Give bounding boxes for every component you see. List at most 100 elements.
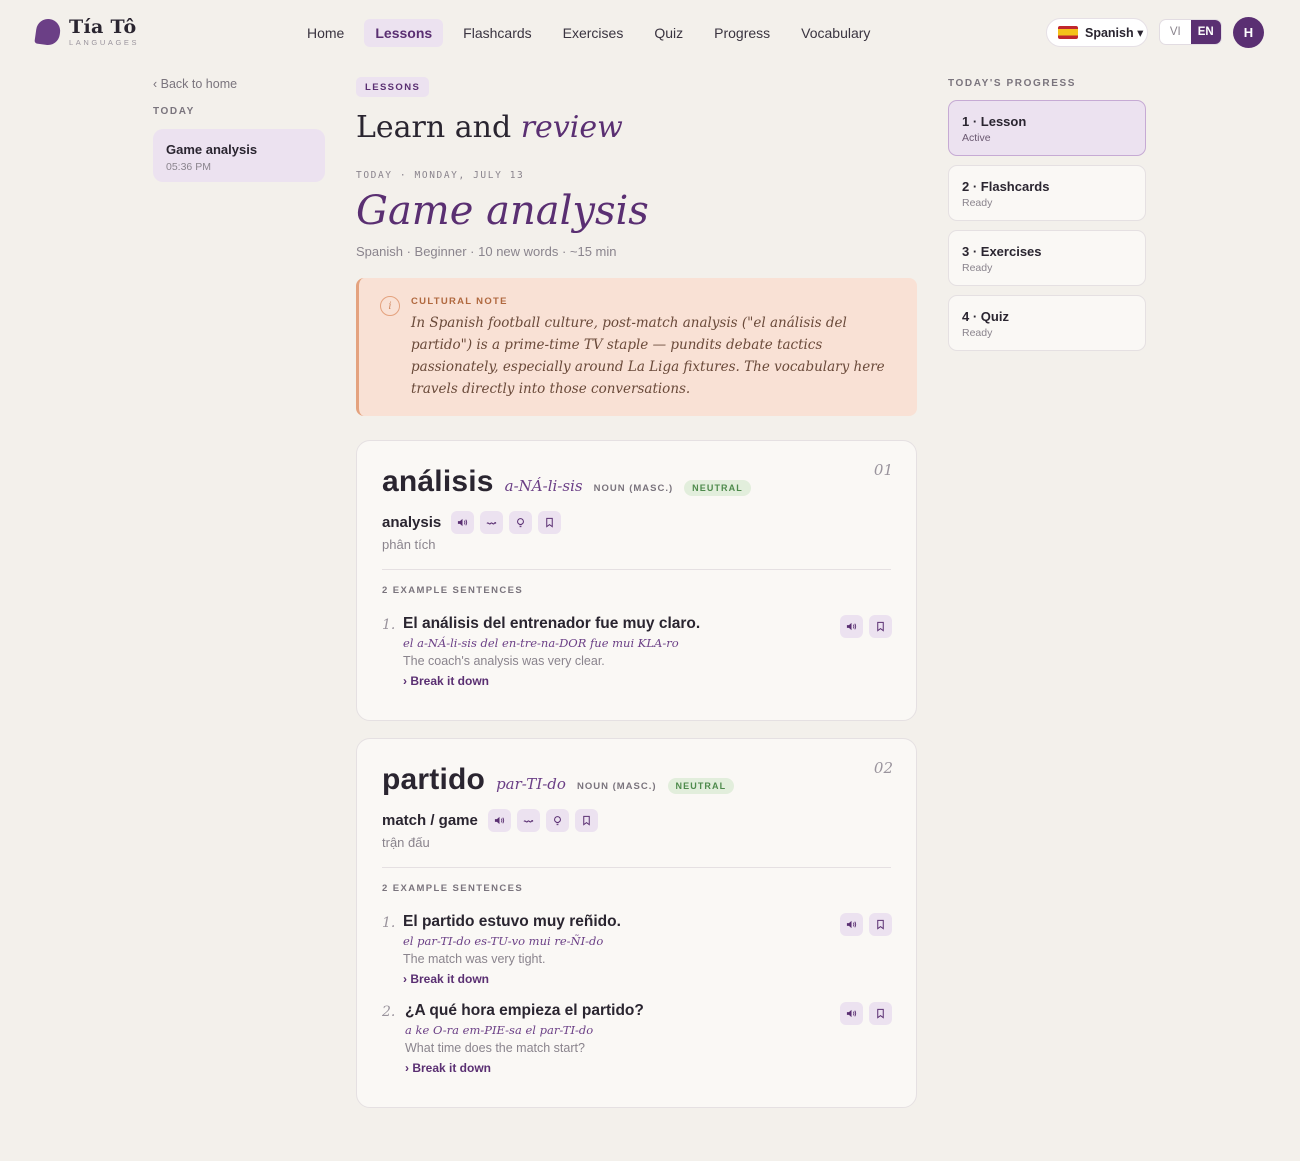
step-title: 1 · Lesson — [962, 114, 1027, 129]
nav-home[interactable]: Home — [296, 19, 355, 47]
nav-vocabulary[interactable]: Vocabulary — [790, 19, 881, 47]
word-pronunciation: par-TI-do — [496, 775, 566, 793]
word-translation-en: match / game — [382, 812, 478, 829]
word-pronunciation: a-NÁ-li-sis — [504, 477, 583, 495]
bookmark-icon[interactable] — [869, 913, 892, 936]
example-translation: The coach's analysis was very clear. — [403, 654, 605, 668]
brand-subtitle: LANGUAGES — [69, 38, 140, 47]
example-pronunciation: el a-NÁ-li-sis del en-tre-na-DOR fue mui… — [403, 636, 679, 650]
example-sentence: 2. ¿A qué hora empieza el partido? a ke … — [382, 1002, 892, 1082]
bookmark-icon[interactable] — [869, 1002, 892, 1025]
word-term: análisis — [382, 465, 494, 498]
progress-step-flashcards[interactable]: 2 · Flashcards Ready — [948, 165, 1146, 221]
language-select[interactable]: Spanish ▾ — [1046, 18, 1148, 47]
example-number: 1. — [382, 617, 396, 633]
register-badge: NEUTRAL — [684, 480, 751, 496]
divider — [382, 867, 891, 868]
page-title-emphasis: review — [520, 110, 623, 145]
word-index: 02 — [873, 759, 893, 777]
word-term: partido — [382, 763, 486, 796]
page-title: Learn and review — [356, 110, 623, 145]
nav-flashcards[interactable]: Flashcards — [452, 19, 542, 47]
example-sentence: 1. El análisis del entrenador fue muy cl… — [382, 615, 892, 695]
word-translation-en: analysis — [382, 514, 442, 531]
word-index: 01 — [873, 461, 893, 479]
sidebar-heading: TODAY — [153, 106, 195, 117]
example-number: 2. — [382, 1004, 396, 1020]
register-badge: NEUTRAL — [667, 778, 735, 794]
break-it-down-link[interactable]: › Break it down — [403, 972, 621, 986]
example-pronunciation: a ke O-ra em-PIE-sa el par-TI-do — [405, 1023, 594, 1037]
leaf-logo-icon — [34, 17, 62, 47]
bookmark-icon[interactable] — [538, 511, 562, 534]
speaker-icon[interactable] — [840, 1002, 863, 1025]
section-badge: LESSONS — [356, 77, 430, 97]
word-part-of-speech: NOUN (MASC.) — [593, 483, 674, 494]
lesson-title: Game analysis — [356, 188, 649, 234]
ui-lang-en[interactable]: EN — [1190, 20, 1221, 44]
avatar[interactable]: H — [1233, 17, 1264, 48]
example-translation: The match was very tight. — [403, 952, 546, 966]
cultural-note: i CULTURAL NOTE In Spanish football cult… — [356, 278, 917, 416]
example-spanish: ¿A qué hora empieza el partido? — [405, 1002, 644, 1019]
back-to-home-link[interactable]: ‹ Back to home — [153, 77, 237, 91]
word-translation-vi: trận đấu — [382, 835, 430, 850]
main-nav: Home Lessons Flashcards Exercises Quiz P… — [296, 19, 890, 47]
brand-logo[interactable]: Tía Tô LANGUAGES — [34, 16, 140, 47]
progress-heading: TODAY'S PROGRESS — [948, 78, 1077, 89]
page-title-plain: Learn and — [356, 110, 512, 145]
word-translation-vi: phân tích — [382, 537, 436, 552]
step-status: Active — [962, 132, 991, 144]
slow-audio-icon[interactable] — [516, 809, 540, 832]
step-title: 2 · Flashcards — [962, 179, 1050, 194]
example-pronunciation: el par-TI-do es-TU-vo mui re-ÑI-do — [403, 934, 604, 948]
example-spanish: El partido estuvo muy reñido. — [403, 913, 621, 930]
break-it-down-link[interactable]: › Break it down — [405, 1061, 644, 1075]
ui-lang-vi[interactable]: VI — [1160, 20, 1191, 44]
speaker-icon[interactable] — [487, 809, 511, 832]
examples-label: 2 EXAMPLE SENTENCES — [382, 585, 524, 596]
break-it-down-link[interactable]: › Break it down — [403, 674, 700, 688]
top-bar: Tía Tô LANGUAGES Home Lessons Flashcards… — [0, 0, 1300, 66]
step-status: Ready — [962, 327, 993, 339]
example-translation: What time does the match start? — [405, 1041, 585, 1055]
session-time: 05:36 PM — [166, 161, 211, 173]
example-spanish: El análisis del entrenador fue muy claro… — [403, 615, 701, 632]
spain-flag-icon — [1058, 26, 1078, 39]
example-sentence: 1. El partido estuvo muy reñido. el par-… — [382, 913, 892, 993]
speaker-icon[interactable] — [451, 511, 475, 534]
progress-step-quiz[interactable]: 4 · Quiz Ready — [948, 295, 1146, 351]
language-select-value: Spanish ▾ — [1085, 26, 1144, 40]
speaker-icon[interactable] — [840, 913, 863, 936]
nav-exercises[interactable]: Exercises — [552, 19, 635, 47]
session-item[interactable]: Game analysis 05:36 PM — [153, 129, 325, 182]
progress-step-exercises[interactable]: 3 · Exercises Ready — [948, 230, 1146, 286]
nav-quiz[interactable]: Quiz — [643, 19, 694, 47]
bookmark-icon[interactable] — [574, 809, 598, 832]
lesson-date: TODAY · MONDAY, JULY 13 — [356, 170, 525, 181]
step-title: 4 · Quiz — [962, 309, 1009, 324]
hint-bulb-icon[interactable] — [545, 809, 569, 832]
nav-lessons[interactable]: Lessons — [364, 19, 444, 47]
brand-name: Tía Tô — [69, 16, 137, 38]
examples-label: 2 EXAMPLE SENTENCES — [382, 883, 524, 894]
lesson-meta: Spanish · Beginner · 10 new words · ~15 … — [356, 244, 617, 259]
progress-step-lesson[interactable]: 1 · Lesson Active — [948, 100, 1146, 156]
cultural-note-text: In Spanish football culture, post-match … — [411, 315, 885, 397]
session-title: Game analysis — [166, 142, 258, 157]
nav-progress[interactable]: Progress — [703, 19, 781, 47]
step-status: Ready — [962, 262, 993, 274]
step-status: Ready — [962, 197, 993, 209]
speaker-icon[interactable] — [840, 615, 863, 638]
ui-language-toggle: VI EN — [1159, 19, 1222, 45]
slow-audio-icon[interactable] — [480, 511, 504, 534]
word-part-of-speech: NOUN (MASC.) — [576, 781, 657, 792]
bookmark-icon[interactable] — [869, 615, 892, 638]
word-card: 01 análisis a-NÁ-li-sis NOUN (MASC.) NEU… — [356, 440, 917, 721]
info-icon: i — [380, 296, 400, 316]
divider — [382, 569, 891, 570]
step-title: 3 · Exercises — [962, 244, 1042, 259]
example-number: 1. — [382, 915, 396, 931]
hint-bulb-icon[interactable] — [509, 511, 533, 534]
cultural-note-label: CULTURAL NOTE — [411, 296, 508, 307]
